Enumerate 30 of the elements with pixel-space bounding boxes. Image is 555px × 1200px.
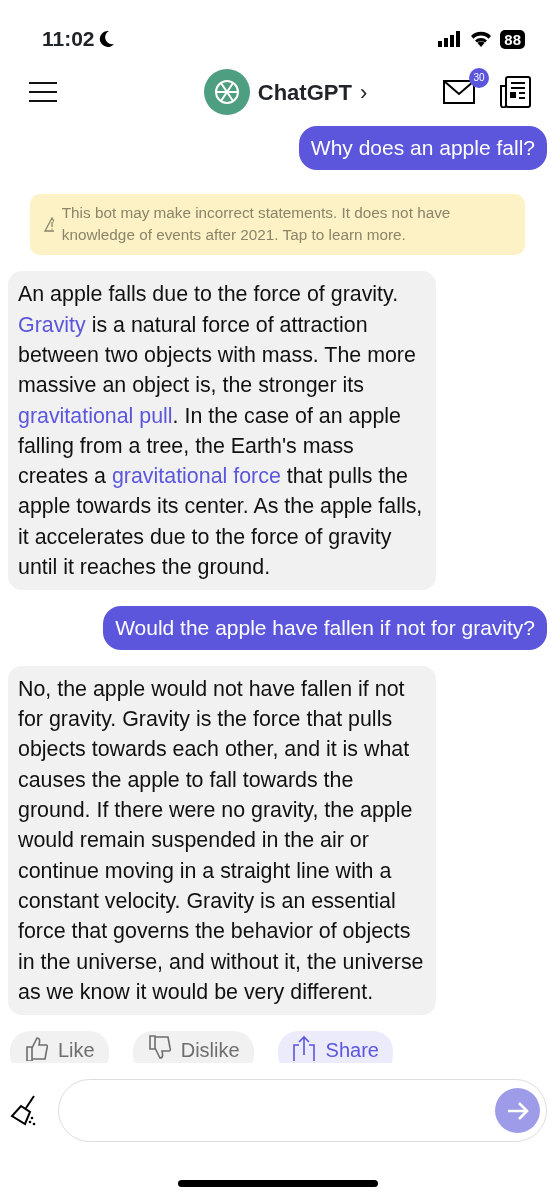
user-message: Why does an apple fall? [298, 126, 547, 170]
signal-icon [438, 31, 463, 47]
menu-icon[interactable] [28, 81, 58, 103]
share-button[interactable]: Share [277, 1031, 393, 1064]
newspaper-icon[interactable] [499, 76, 531, 108]
wifi-icon [470, 31, 493, 47]
like-button[interactable]: Like [10, 1031, 109, 1064]
disclaimer-banner[interactable]: This bot may make incorrect statements. It does not have knowledge of events after 2021. Tap to learn more. [30, 193, 525, 256]
term-link[interactable]: gravitational pull [18, 403, 173, 428]
moon-icon [98, 30, 115, 48]
clock-time: 11:02 [42, 26, 95, 53]
term-link[interactable]: gravitational force [111, 464, 281, 489]
notification-badge: 30 [469, 67, 489, 88]
user-message: Would the apple have fallen if not for gravity? [103, 606, 547, 650]
warning-icon [44, 216, 54, 232]
battery-level: 88 [500, 29, 525, 49]
mail-icon[interactable] [443, 80, 475, 105]
term-link[interactable]: Gravity [18, 312, 86, 337]
chevron-icon[interactable]: › [359, 75, 368, 109]
disclaimer-text: This bot may make incorrect statements. It does not have knowledge of events after 2021. Tap to learn more. [61, 202, 452, 246]
arrow-icon [505, 1100, 530, 1121]
bot-message: An apple falls due to the force of gravity. Gravity is a natural force of attraction between two objects with mass. The more massive an object is, the stronger its gravitational pull. In the case of an apple falling from a tree, the Earth's mass creates a gravitational force that pulls the apple towards its center. As the apple falls, it accelerates due to the force of gravity until it reaches the ground. [8, 271, 436, 591]
bot-message: No, the apple would not have fallen if not for gravity. Gravity is the force that pulls objects towards each other, and it is what causes the apple to fall towards the ground. If there were no gravity, the apple would remain suspended in the air or continue moving in a straight line with a constant velocity. Gravity is an essential force that governs the behavior of objects in the universe, and without it, the universe as we know it would be very different. [8, 665, 436, 1016]
dislike-button[interactable]: Dislike [132, 1031, 254, 1064]
thumbs-down-icon [146, 1035, 171, 1062]
share-icon [291, 1035, 316, 1062]
logo-icon [203, 69, 250, 115]
chat-title[interactable]: ChatGPT [257, 75, 352, 109]
thumbs-up-icon [24, 1035, 48, 1062]
home-indicator[interactable] [177, 1180, 378, 1188]
